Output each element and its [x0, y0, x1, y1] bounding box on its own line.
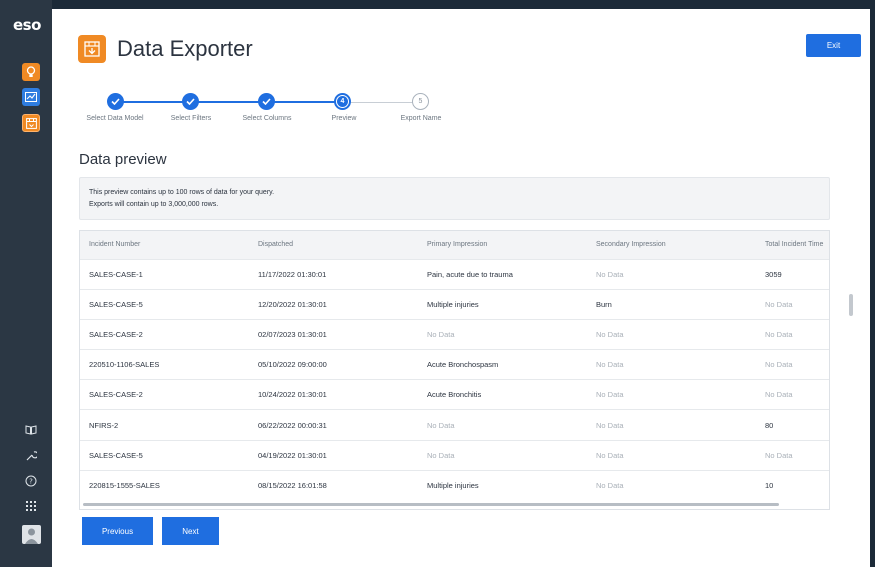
step-5-future[interactable]: 5 — [412, 93, 429, 110]
table-cell: 80 — [756, 409, 829, 441]
step-4-current[interactable]: 4 — [334, 93, 351, 110]
stepper: 4 5 Select Data Model Select Filters Sel… — [78, 91, 478, 131]
stepper-progress-line — [116, 101, 350, 103]
table-cell: No Data — [756, 288, 829, 320]
lightbulb-icon[interactable] — [22, 63, 40, 81]
step-5-number: 5 — [418, 98, 423, 105]
table-cell: No Data — [756, 349, 829, 380]
table-row: NFIRS-2 06/22/2022 00:00:31 No Data No D… — [80, 409, 829, 441]
column-header: Secondary Impression — [587, 231, 756, 259]
table-cell: No Data — [587, 409, 756, 441]
table-cell: 05/10/2022 09:00:00 — [249, 349, 418, 380]
step-label-select-filters: Select Filters — [170, 115, 212, 122]
table-row: SALES-CASE-2 02/07/2023 01:30:01 No Data… — [80, 318, 829, 350]
sidebar: eso ? — [0, 0, 52, 567]
eso-logo: eso — [13, 16, 41, 34]
step-label-export-name: Export Name — [400, 115, 442, 122]
table-cell: NFIRS-2 — [80, 409, 249, 441]
table-cell: SALES-CASE-5 — [80, 288, 249, 320]
step-label-preview: Preview — [331, 115, 357, 122]
table-cell: 10/24/2022 01:30:01 — [249, 379, 418, 410]
table-cell: 02/07/2023 01:30:01 — [249, 318, 418, 350]
table-row: SALES-CASE-5 04/19/2022 01:30:01 No Data… — [80, 439, 829, 471]
table-cell: 04/19/2022 01:30:01 — [249, 439, 418, 471]
info-line-1: This preview contains up to 100 rows of … — [89, 189, 275, 196]
step-label-select-data-model: Select Data Model — [86, 115, 144, 122]
next-button[interactable]: Next — [162, 517, 219, 545]
table-cell: SALES-CASE-1 — [80, 258, 249, 290]
column-header: Primary Impression — [418, 231, 587, 259]
table-cell: 12/20/2022 01:30:01 — [249, 288, 418, 320]
table-cell: No Data — [418, 409, 587, 441]
svg-text:?: ? — [29, 478, 33, 486]
table-row: SALES-CASE-2 10/24/2022 01:30:01 Acute B… — [80, 379, 829, 410]
previous-button[interactable]: Previous — [82, 517, 153, 545]
table-header-row: Incident Number Dispatched Primary Impre… — [80, 231, 829, 259]
data-exporter-icon — [78, 35, 106, 63]
table-cell: 08/15/2022 16:01:58 — [249, 469, 418, 501]
table-cell: 11/17/2022 01:30:01 — [249, 258, 418, 290]
table-cell: No Data — [587, 469, 756, 501]
table-row: SALES-CASE-5 12/20/2022 01:30:01 Multipl… — [80, 288, 829, 320]
table-vertical-scrollbar[interactable] — [849, 294, 853, 316]
table-row: 220815-1555-SALES 08/15/2022 16:01:58 Mu… — [80, 469, 829, 501]
table-cell: No Data — [756, 439, 829, 471]
table-cell: Burn — [587, 288, 756, 320]
exit-button[interactable]: Exit — [806, 34, 861, 57]
table-cell: No Data — [418, 439, 587, 471]
table-cell: No Data — [756, 318, 829, 350]
apps-grid-icon[interactable] — [23, 498, 39, 514]
step-2-complete[interactable] — [182, 93, 199, 110]
table-cell: Acute Bronchitis — [418, 379, 587, 410]
avatar[interactable] — [22, 525, 41, 544]
column-header: Dispatched — [249, 231, 418, 259]
chart-icon[interactable] — [22, 88, 40, 106]
table-cell: No Data — [418, 318, 587, 350]
exporter-icon[interactable] — [22, 114, 40, 132]
table-cell: No Data — [756, 379, 829, 410]
table-cell: Pain, acute due to trauma — [418, 258, 587, 290]
table-cell: SALES-CASE-2 — [80, 379, 249, 410]
table-cell: SALES-CASE-2 — [80, 318, 249, 350]
column-header: Incident Number — [80, 231, 249, 259]
table-cell: 220815-1555-SALES — [80, 469, 249, 501]
table-cell: No Data — [587, 318, 756, 350]
preview-info-box: This preview contains up to 100 rows of … — [79, 177, 830, 220]
step-4-number: 4 — [337, 96, 348, 107]
page-title: Data Exporter — [117, 36, 253, 61]
table-cell: 220510-1106-SALES — [80, 349, 249, 380]
help-icon[interactable]: ? — [23, 473, 39, 489]
main-panel: Data Exporter Exit 4 5 Select Data Model… — [52, 9, 870, 567]
preview-table[interactable]: Incident Number Dispatched Primary Impre… — [79, 230, 830, 510]
table-cell: No Data — [587, 439, 756, 471]
table-row: 220510-1106-SALES 05/10/2022 09:00:00 Ac… — [80, 349, 829, 380]
step-3-complete[interactable] — [258, 93, 275, 110]
table-cell: Acute Bronchospasm — [418, 349, 587, 380]
table-cell: No Data — [587, 258, 756, 290]
table-cell: Multiple injuries — [418, 288, 587, 320]
table-cell: No Data — [587, 349, 756, 380]
table-cell: SALES-CASE-5 — [80, 439, 249, 471]
column-header: Total Incident Time — [756, 231, 829, 259]
table-cell: No Data — [587, 379, 756, 410]
section-title: Data preview — [79, 151, 167, 168]
table-cell: 06/22/2022 00:00:31 — [249, 409, 418, 441]
step-1-complete[interactable] — [107, 93, 124, 110]
info-line-2: Exports will contain up to 3,000,000 row… — [89, 201, 219, 208]
table-cell: 3059 — [756, 258, 829, 290]
wrench-icon[interactable] — [23, 448, 39, 464]
step-label-select-columns: Select Columns — [242, 115, 292, 122]
table-cell: 10 — [756, 469, 829, 501]
table-horizontal-scrollbar[interactable] — [83, 503, 779, 506]
table-cell: Multiple injuries — [418, 469, 587, 501]
book-icon[interactable] — [23, 422, 39, 438]
table-row: SALES-CASE-1 11/17/2022 01:30:01 Pain, a… — [80, 258, 829, 290]
